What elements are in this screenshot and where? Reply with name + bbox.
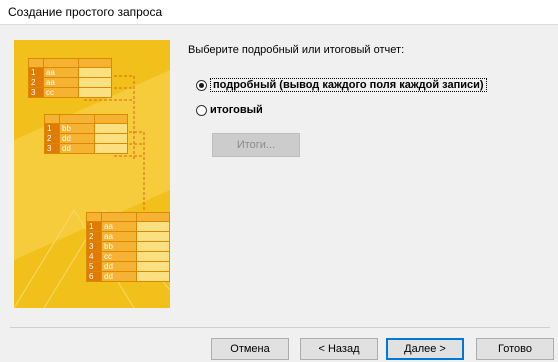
title-bar: Создание простого запроса — [0, 0, 558, 25]
table-cell: 1 — [44, 123, 60, 134]
table-cell: bb — [59, 123, 95, 134]
radio-summary[interactable] — [196, 104, 207, 116]
table-cell: 1 — [86, 221, 102, 232]
table-cell: 6 — [86, 271, 102, 282]
table-cell: cc — [101, 251, 137, 262]
table-cell: 3 — [86, 241, 102, 252]
table-cell: 2 — [28, 77, 44, 88]
back-button[interactable]: < Назад — [300, 338, 378, 360]
illustration-middle-table: 1 bb 2 dd 3 dd — [44, 114, 128, 154]
table-cell: aa — [101, 231, 137, 242]
table-cell: 2 — [86, 231, 102, 242]
finish-button[interactable]: Готово — [476, 338, 554, 360]
illustration-top-table: 1 aa 2 aa 3 cc — [28, 58, 112, 98]
cancel-button[interactable]: Отмена — [211, 338, 289, 360]
table-cell: 3 — [28, 87, 44, 98]
option-detail-label[interactable]: подробный (вывод каждого поля каждой зап… — [210, 78, 487, 92]
table-cell: aa — [43, 77, 79, 88]
option-detail[interactable]: подробный (вывод каждого поля каждой зап… — [196, 78, 487, 92]
table-cell: bb — [101, 241, 137, 252]
report-illustration: 1 aa 2 aa 3 cc 1 bb 2 dd 3 dd 1 aa 2 aa 3 bb 4 cc … — [14, 40, 170, 308]
report-type-prompt: Выберите подробный или итоговый отчет: — [188, 44, 405, 56]
next-button[interactable]: Далее > — [386, 338, 464, 360]
table-cell: dd — [101, 261, 137, 272]
table-cell: dd — [59, 143, 95, 154]
table-cell: 4 — [86, 251, 102, 262]
window-title: Создание простого запроса — [8, 5, 163, 19]
illustration-bottom-table: 1 aa 2 aa 3 bb 4 cc 5 dd 6 dd — [86, 212, 170, 282]
table-cell: 1 — [28, 67, 44, 78]
table-cell: aa — [43, 67, 79, 78]
footer-divider — [10, 327, 550, 328]
table-cell: dd — [59, 133, 95, 144]
table-cell: 3 — [44, 143, 60, 154]
option-summary-label[interactable]: итоговый — [210, 104, 263, 116]
table-cell: cc — [43, 87, 79, 98]
table-cell: dd — [101, 271, 137, 282]
totals-button[interactable]: Итоги... — [212, 133, 300, 157]
radio-detail[interactable] — [196, 79, 207, 91]
table-cell: 2 — [44, 133, 60, 144]
option-summary[interactable]: итоговый — [196, 104, 263, 116]
table-cell: aa — [101, 221, 137, 232]
table-cell: 5 — [86, 261, 102, 272]
